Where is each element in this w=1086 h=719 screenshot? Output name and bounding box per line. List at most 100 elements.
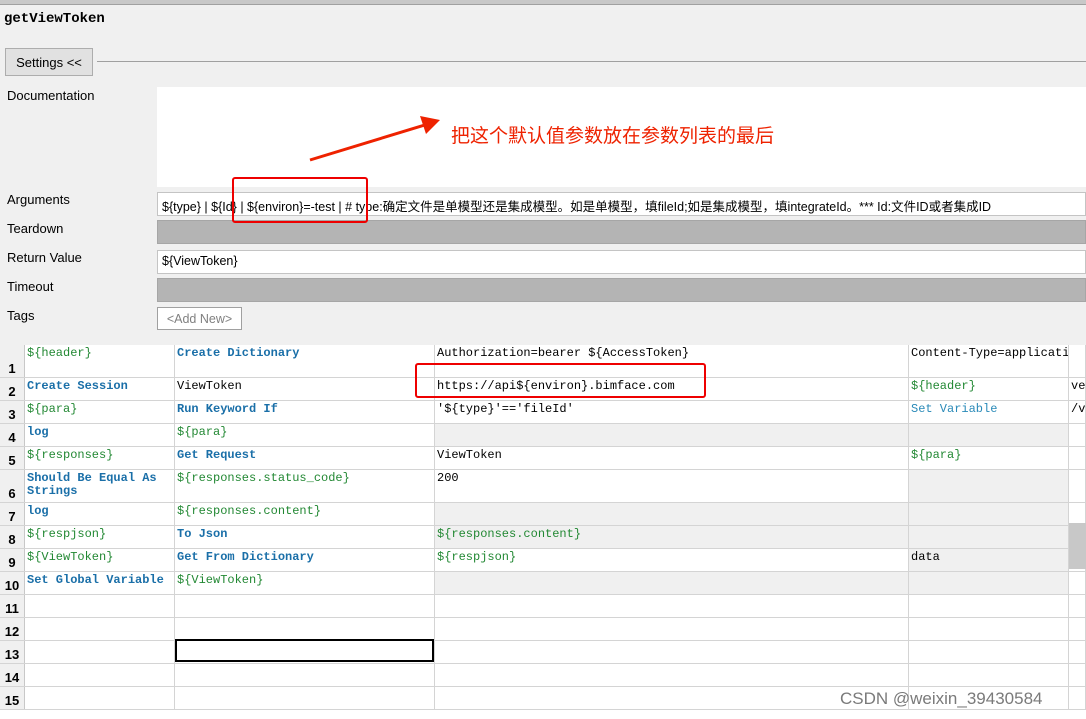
- grid-cell[interactable]: Set Global Variable: [25, 572, 175, 594]
- grid-cell[interactable]: [175, 687, 435, 709]
- grid-cell[interactable]: Content-Type=applicatio: [909, 345, 1069, 377]
- grid-cell[interactable]: [435, 664, 909, 686]
- grid-cell[interactable]: [1069, 345, 1086, 377]
- grid-cell[interactable]: 200: [435, 470, 909, 502]
- grid-cell[interactable]: Get From Dictionary: [175, 549, 435, 571]
- grid-cell[interactable]: [909, 424, 1069, 446]
- row-number[interactable]: 5: [0, 447, 25, 469]
- grid-cell[interactable]: [435, 618, 909, 640]
- grid-cell[interactable]: ${para}: [175, 424, 435, 446]
- grid-cell[interactable]: ${respjson}: [25, 526, 175, 548]
- timeout-field[interactable]: [157, 278, 1086, 302]
- annotation-highlight-arguments: [232, 177, 368, 223]
- row-number[interactable]: 14: [0, 664, 25, 686]
- grid-cell[interactable]: [909, 641, 1069, 663]
- grid-cell[interactable]: [175, 595, 435, 617]
- grid-cell[interactable]: [909, 526, 1069, 548]
- grid-cell[interactable]: [175, 618, 435, 640]
- grid-cell[interactable]: [435, 424, 909, 446]
- grid-cell[interactable]: log: [25, 503, 175, 525]
- row-number[interactable]: 6: [0, 470, 25, 502]
- grid-cell[interactable]: [25, 641, 175, 663]
- grid-cell[interactable]: ${header}: [909, 378, 1069, 400]
- grid-cell[interactable]: [1069, 572, 1086, 594]
- row-number[interactable]: 11: [0, 595, 25, 617]
- row-number[interactable]: 2: [0, 378, 25, 400]
- grid-cell[interactable]: [25, 687, 175, 709]
- grid-cell[interactable]: [909, 595, 1069, 617]
- grid-cell[interactable]: ${responses}: [25, 447, 175, 469]
- row-number[interactable]: 3: [0, 401, 25, 423]
- grid-cell[interactable]: log: [25, 424, 175, 446]
- arguments-label: Arguments: [7, 192, 70, 207]
- grid-cell[interactable]: Should Be Equal As Strings: [25, 470, 175, 502]
- grid-cell[interactable]: /v: [1069, 401, 1086, 423]
- grid-cell[interactable]: [909, 572, 1069, 594]
- grid-cell[interactable]: ${para}: [25, 401, 175, 423]
- grid-cell[interactable]: ${respjson}: [435, 549, 909, 571]
- scrollbar-thumb[interactable]: [1069, 523, 1086, 569]
- grid-cell[interactable]: ${responses.content}: [175, 503, 435, 525]
- return-value-field[interactable]: ${ViewToken}: [157, 250, 1086, 274]
- selected-cell[interactable]: [175, 639, 434, 662]
- grid-cell[interactable]: [1069, 424, 1086, 446]
- teardown-field[interactable]: [157, 220, 1086, 244]
- settings-divider: [97, 61, 1086, 62]
- annotation-text: 把这个默认值参数放在参数列表的最后: [451, 126, 775, 147]
- grid-cell[interactable]: ${ViewToken}: [25, 549, 175, 571]
- grid-cell[interactable]: Run Keyword If: [175, 401, 435, 423]
- grid-cell[interactable]: [25, 595, 175, 617]
- grid-cell[interactable]: ViewToken: [175, 378, 435, 400]
- grid-cell[interactable]: [435, 503, 909, 525]
- grid-cell[interactable]: ${header}: [25, 345, 175, 377]
- table-row: 10 Set Global Variable ${ViewToken}: [0, 572, 1086, 595]
- grid-cell[interactable]: [175, 664, 435, 686]
- grid-cell[interactable]: [25, 618, 175, 640]
- grid-cell[interactable]: data: [909, 549, 1069, 571]
- row-number[interactable]: 10: [0, 572, 25, 594]
- row-number[interactable]: 7: [0, 503, 25, 525]
- grid-cell[interactable]: [909, 664, 1069, 686]
- grid-cell[interactable]: Get Request: [175, 447, 435, 469]
- table-row: 8 ${respjson} To Json ${responses.content}: [0, 526, 1086, 549]
- grid-cell[interactable]: [1069, 687, 1086, 709]
- grid-cell[interactable]: To Json: [175, 526, 435, 548]
- grid-cell[interactable]: [909, 618, 1069, 640]
- grid-cell[interactable]: [1069, 503, 1086, 525]
- grid-cell[interactable]: ve: [1069, 378, 1086, 400]
- grid-cell[interactable]: [435, 595, 909, 617]
- grid-cell[interactable]: [1069, 595, 1086, 617]
- row-number[interactable]: 8: [0, 526, 25, 548]
- grid-cell[interactable]: Set Variable: [909, 401, 1069, 423]
- grid-cell[interactable]: [435, 687, 909, 709]
- add-tag-button[interactable]: <Add New>: [157, 307, 242, 330]
- grid-cell[interactable]: [1069, 618, 1086, 640]
- grid-cell[interactable]: ${para}: [909, 447, 1069, 469]
- steps-grid[interactable]: 1 ${header} Create Dictionary Authorization…: [0, 345, 1086, 719]
- row-number[interactable]: 13: [0, 641, 25, 663]
- grid-cell[interactable]: [1069, 470, 1086, 502]
- grid-cell[interactable]: [435, 641, 909, 663]
- grid-cell[interactable]: ${responses.status_code}: [175, 470, 435, 502]
- grid-cell[interactable]: ${responses.content}: [435, 526, 909, 548]
- grid-cell[interactable]: [1069, 664, 1086, 686]
- grid-cell[interactable]: [1069, 447, 1086, 469]
- row-number[interactable]: 4: [0, 424, 25, 446]
- grid-cell[interactable]: Create Dictionary: [175, 345, 435, 377]
- grid-cell[interactable]: [1069, 641, 1086, 663]
- grid-cell[interactable]: [25, 664, 175, 686]
- grid-cell[interactable]: [435, 572, 909, 594]
- grid-cell[interactable]: '${type}'=='fileId': [435, 401, 909, 423]
- table-row: 5 ${responses} Get Request ViewToken ${para}: [0, 447, 1086, 470]
- grid-cell[interactable]: ${ViewToken}: [175, 572, 435, 594]
- row-number[interactable]: 1: [0, 345, 25, 377]
- row-number[interactable]: 15: [0, 687, 25, 709]
- annotation-arrow-icon: [309, 116, 440, 162]
- grid-cell[interactable]: [909, 503, 1069, 525]
- row-number[interactable]: 9: [0, 549, 25, 571]
- grid-cell[interactable]: Create Session: [25, 378, 175, 400]
- row-number[interactable]: 12: [0, 618, 25, 640]
- settings-toggle-button[interactable]: Settings <<: [5, 48, 93, 76]
- grid-cell[interactable]: ViewToken: [435, 447, 909, 469]
- grid-cell[interactable]: [909, 470, 1069, 502]
